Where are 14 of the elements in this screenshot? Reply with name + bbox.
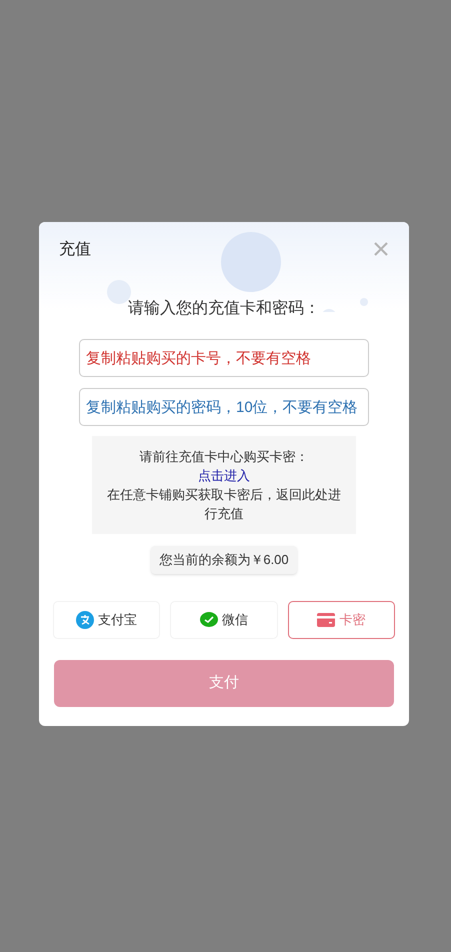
payment-method-button[interactable]: 支付宝 [53,600,160,638]
notice-text: 请前往充值卡中心购买卡密： [140,448,308,466]
chat-bubble-icon [200,612,218,628]
input-field[interactable]: 复制粘贴购买的密码，10位，不要有空格 [79,388,369,426]
balance-label: 您当前的余额为￥6.00 [151,546,297,574]
alipay-icon [76,610,94,628]
dialog-title: 充值 [59,240,91,260]
close-icon[interactable] [373,241,389,257]
notice-text: 在任意卡铺购买获取卡密后，返回此处进行充值 [106,486,342,523]
input-field[interactable]: 复制粘贴购买的卡号，不要有空格 [79,339,369,377]
enter-link[interactable]: 点击进入 [198,466,250,485]
card-icon [317,612,336,626]
prompt-text: 请输入您的充值卡和密码： [128,298,320,319]
payment-method-button[interactable]: 微信 [170,600,278,638]
